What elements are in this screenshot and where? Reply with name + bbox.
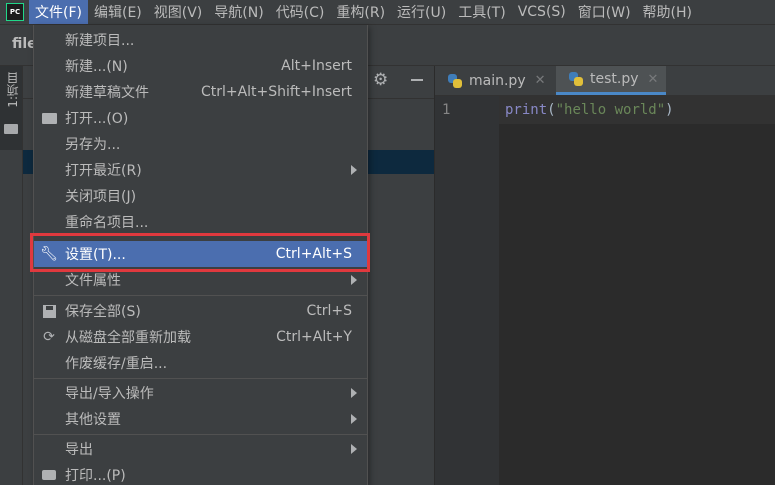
python-file-icon [568, 71, 584, 87]
menu-item-label: 导出 [65, 442, 93, 458]
menu-refactor[interactable]: 重构(R) [330, 0, 391, 24]
menu-item-label: 打开...(O) [65, 111, 129, 127]
line-gutter: 1 [435, 96, 499, 485]
menu-item-shortcut: Alt+Insert [281, 58, 352, 74]
submenu-arrow-icon [351, 275, 357, 285]
menu-item-open[interactable]: 打开...(O) [34, 105, 367, 131]
editor-area: main.py ✕ test.py ✕ 1 print("hello world… [435, 66, 775, 485]
menu-item-shortcut: Ctrl+Alt+Y [276, 329, 352, 345]
menu-item-other-settings[interactable]: 其他设置 [34, 406, 367, 432]
project-tool-tab-label: 1:项目 [6, 72, 20, 108]
ide-window: PC 文件(F) 编辑(E) 视图(V) 导航(N) 代码(C) 重构(R) 运… [0, 0, 775, 485]
reload-icon: ⟳ [43, 329, 55, 345]
pycharm-logo-icon: PC [6, 3, 24, 21]
print-icon [40, 466, 58, 484]
menu-item-label: 导出/导入操作 [65, 386, 154, 402]
code-paren-open: ( [547, 102, 556, 118]
menu-item-print[interactable]: 打印...(P) [34, 462, 367, 485]
menu-navigate[interactable]: 导航(N) [208, 0, 269, 24]
close-icon[interactable]: ✕ [535, 73, 546, 88]
menu-bar: PC 文件(F) 编辑(E) 视图(V) 导航(N) 代码(C) 重构(R) 运… [0, 0, 775, 25]
menu-item-save-all[interactable]: 保存全部(S) Ctrl+S [34, 298, 367, 324]
menu-item-label: 打开最近(R) [65, 163, 142, 179]
minimize-icon[interactable] [411, 79, 423, 81]
menu-item-label: 打印...(P) [65, 468, 126, 484]
editor-tabs: main.py ✕ test.py ✕ [435, 66, 775, 96]
code-line[interactable]: print("hello world") [505, 102, 674, 118]
menu-edit[interactable]: 编辑(E) [88, 0, 148, 24]
menu-separator [34, 434, 367, 435]
menu-separator [34, 378, 367, 379]
submenu-arrow-icon [351, 414, 357, 424]
close-icon[interactable]: ✕ [648, 72, 659, 87]
menu-item-shortcut: Ctrl+S [306, 303, 352, 319]
menu-item-rename-project[interactable]: 重命名项目... [34, 209, 367, 235]
submenu-arrow-icon [351, 388, 357, 398]
tab-label: test.py [590, 71, 639, 87]
project-tool-tab[interactable]: 1:项目 [0, 66, 22, 150]
menu-item-save-as[interactable]: 另存为... [34, 131, 367, 157]
menu-item-label: 从磁盘全部重新加载 [65, 330, 191, 346]
submenu-arrow-icon [351, 165, 357, 175]
menu-item-label: 另存为... [65, 137, 121, 153]
menu-item-shortcut: Ctrl+Alt+Shift+Insert [200, 84, 352, 100]
menu-tools[interactable]: 工具(T) [452, 0, 511, 24]
gear-icon[interactable]: ⚙ [373, 70, 388, 90]
menu-item-export[interactable]: 导出 [34, 436, 367, 462]
menu-view[interactable]: 视图(V) [148, 0, 209, 24]
menu-item-label: 新建...(N) [65, 59, 128, 75]
menu-item-new[interactable]: 新建...(N) Alt+Insert [34, 53, 367, 79]
menu-item-label: 关闭项目(J) [65, 189, 137, 205]
menu-item-label: 文件属性 [65, 273, 121, 289]
menu-item-export-import-actions[interactable]: 导出/导入操作 [34, 380, 367, 406]
tab-main-py[interactable]: main.py ✕ [435, 66, 554, 95]
menu-window[interactable]: 窗口(W) [572, 0, 637, 24]
menu-item-open-recent[interactable]: 打开最近(R) [34, 157, 367, 183]
menu-item-label: 其他设置 [65, 412, 121, 428]
menu-item-new-project[interactable]: 新建项目... [34, 27, 367, 53]
menu-item-label: 作废缓存/重启... [65, 356, 168, 372]
menu-vcs[interactable]: VCS(S) [512, 0, 572, 24]
menu-item-label: 重命名项目... [65, 215, 149, 231]
save-icon [40, 302, 58, 320]
menu-code[interactable]: 代码(C) [270, 0, 331, 24]
tab-test-py[interactable]: test.py ✕ [556, 66, 667, 95]
menu-item-label: 新建项目... [65, 33, 135, 49]
menu-item-invalidate-caches[interactable]: 作废缓存/重启... [34, 350, 367, 376]
annotation-highlight-box [30, 233, 370, 272]
submenu-arrow-icon [351, 444, 357, 454]
menu-item-reload-all[interactable]: ⟳ 从磁盘全部重新加载 Ctrl+Alt+Y [34, 324, 367, 350]
python-file-icon [447, 73, 463, 89]
menu-item-new-scratch[interactable]: 新建草稿文件 Ctrl+Alt+Shift+Insert [34, 79, 367, 105]
menu-item-label: 保存全部(S) [65, 304, 141, 320]
menu-item-label: 新建草稿文件 [65, 85, 149, 101]
left-tool-strip: 1:项目 [0, 66, 23, 485]
menu-separator [34, 295, 367, 296]
menu-run[interactable]: 运行(U) [391, 0, 452, 24]
code-string: "hello world" [555, 102, 666, 118]
line-number: 1 [442, 102, 451, 118]
menu-item-close-project[interactable]: 关闭项目(J) [34, 183, 367, 209]
folder-open-icon [40, 109, 58, 127]
tab-label: main.py [469, 72, 526, 89]
menu-help[interactable]: 帮助(H) [637, 0, 698, 24]
code-paren-close: ) [665, 102, 674, 118]
code-function: print [505, 102, 548, 118]
menu-file[interactable]: 文件(F) [29, 0, 88, 24]
folder-icon [4, 124, 18, 134]
